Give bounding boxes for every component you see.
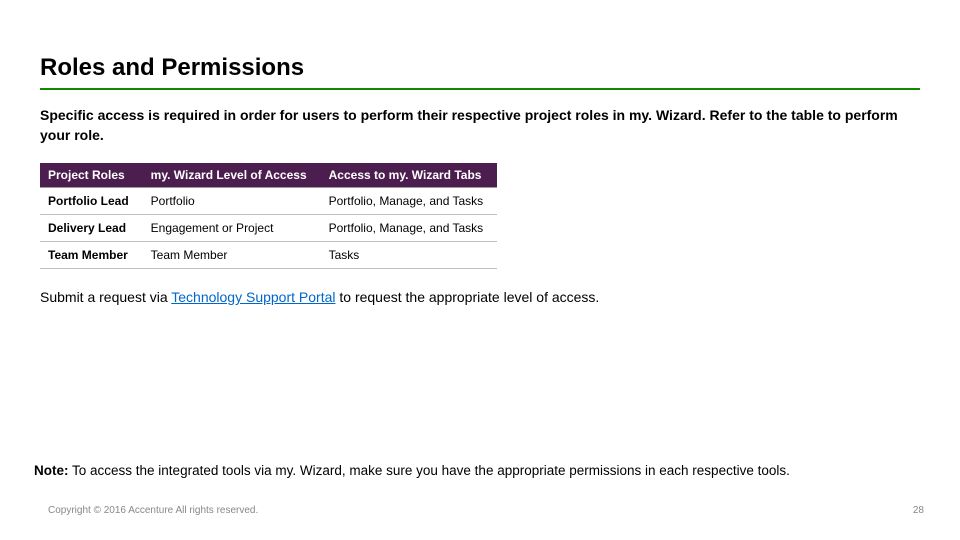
cell-level: Engagement or Project [143,215,321,242]
page-number: 28 [913,505,924,516]
table-row: Portfolio Lead Portfolio Portfolio, Mana… [40,188,497,215]
note-body: To access the integrated tools via my. W… [69,463,790,478]
table-row: Team Member Team Member Tasks [40,242,497,269]
title-underline [40,88,920,90]
cell-role: Team Member [40,242,143,269]
submit-request-text: Submit a request via Technology Support … [40,289,920,305]
intro-text: Specific access is required in order for… [40,106,920,145]
col-header-roles: Project Roles [40,163,143,188]
table-row: Delivery Lead Engagement or Project Port… [40,215,497,242]
support-portal-link[interactable]: Technology Support Portal [171,289,335,305]
col-header-tabs: Access to my. Wizard Tabs [321,163,498,188]
cell-tabs: Portfolio, Manage, and Tasks [321,188,498,215]
table-header-row: Project Roles my. Wizard Level of Access… [40,163,497,188]
cell-level: Portfolio [143,188,321,215]
note-text: Note: To access the integrated tools via… [34,462,920,480]
col-header-access-level: my. Wizard Level of Access [143,163,321,188]
cell-role: Portfolio Lead [40,188,143,215]
submit-suffix: to request the appropriate level of acce… [335,289,599,305]
note-label: Note: [34,463,69,478]
page-title: Roles and Permissions [40,54,920,82]
cell-role: Delivery Lead [40,215,143,242]
cell-level: Team Member [143,242,321,269]
slide: Roles and Permissions Specific access is… [0,0,960,540]
submit-prefix: Submit a request via [40,289,171,305]
cell-tabs: Portfolio, Manage, and Tasks [321,215,498,242]
roles-table: Project Roles my. Wizard Level of Access… [40,163,497,269]
cell-tabs: Tasks [321,242,498,269]
copyright: Copyright © 2016 Accenture All rights re… [48,505,258,516]
